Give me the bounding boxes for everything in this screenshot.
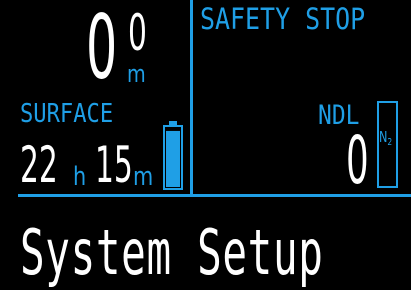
n2-label: N2 (379, 130, 392, 150)
dive-computer-screen: 0 0 m SURFACE 22 h 15 m SAFETY STOP NDL … (0, 0, 411, 290)
surface-label: SURFACE (20, 99, 114, 129)
n2-label-subscript: 2 (387, 137, 393, 148)
surface-hours-unit: h (73, 162, 87, 192)
battery-icon (163, 121, 183, 190)
depth-decimal: 0 (128, 4, 147, 62)
n2-label-letter: N (379, 128, 388, 146)
surface-hours: 22 (20, 136, 58, 194)
menu-title-system-setup[interactable]: System Setup (20, 222, 324, 284)
battery-fill (166, 130, 180, 187)
ndl-value: 0 (346, 122, 369, 199)
vertical-divider (190, 0, 193, 196)
surface-minutes-unit: m (133, 162, 154, 192)
surface-minutes: 15 (95, 136, 133, 194)
safety-stop-label: SAFETY STOP (200, 2, 366, 36)
depth-unit: m (127, 60, 146, 88)
depth-value: 0 (86, 0, 118, 99)
